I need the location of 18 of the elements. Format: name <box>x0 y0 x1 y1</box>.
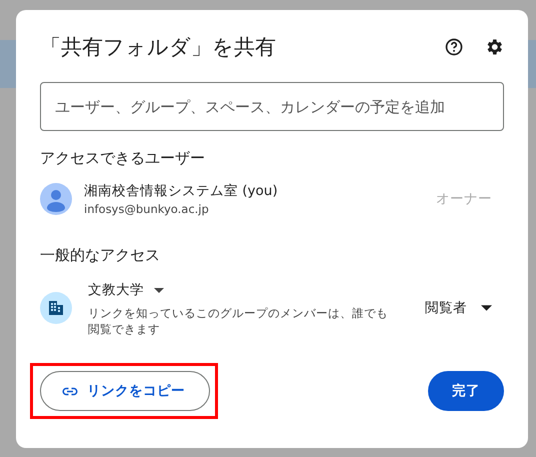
section-heading: 一般的なアクセス <box>40 246 161 265</box>
add-people-field[interactable]: ユーザー、グループ、スペース、カレンダーの予定を追加 <box>40 82 504 131</box>
user-name: 湘南校舎情報システム室 (you) <box>84 182 279 200</box>
copy-link-button[interactable]: リンクをコピー <box>40 371 210 411</box>
done-button[interactable]: 完了 <box>428 371 504 411</box>
group-dropdown[interactable]: 文教大学 <box>88 281 164 299</box>
dialog-title: 「共有フォルダ」を共有 <box>40 34 277 61</box>
role-dropdown[interactable]: 閲覧者 <box>425 299 492 317</box>
section-heading: アクセスできるユーザー <box>40 149 206 168</box>
link-icon <box>61 386 79 396</box>
avatar-icon <box>40 183 72 215</box>
building-icon <box>40 292 72 324</box>
help-icon[interactable] <box>444 37 464 57</box>
caret-icon <box>481 305 492 311</box>
user-email: infosys@bunkyo.ac.jp <box>84 202 210 216</box>
access-description: リンクを知っているこのグループのメンバーは、誰でも閲覧できます <box>88 305 389 337</box>
caret-icon <box>154 288 164 292</box>
role-label: オーナー <box>436 190 492 208</box>
